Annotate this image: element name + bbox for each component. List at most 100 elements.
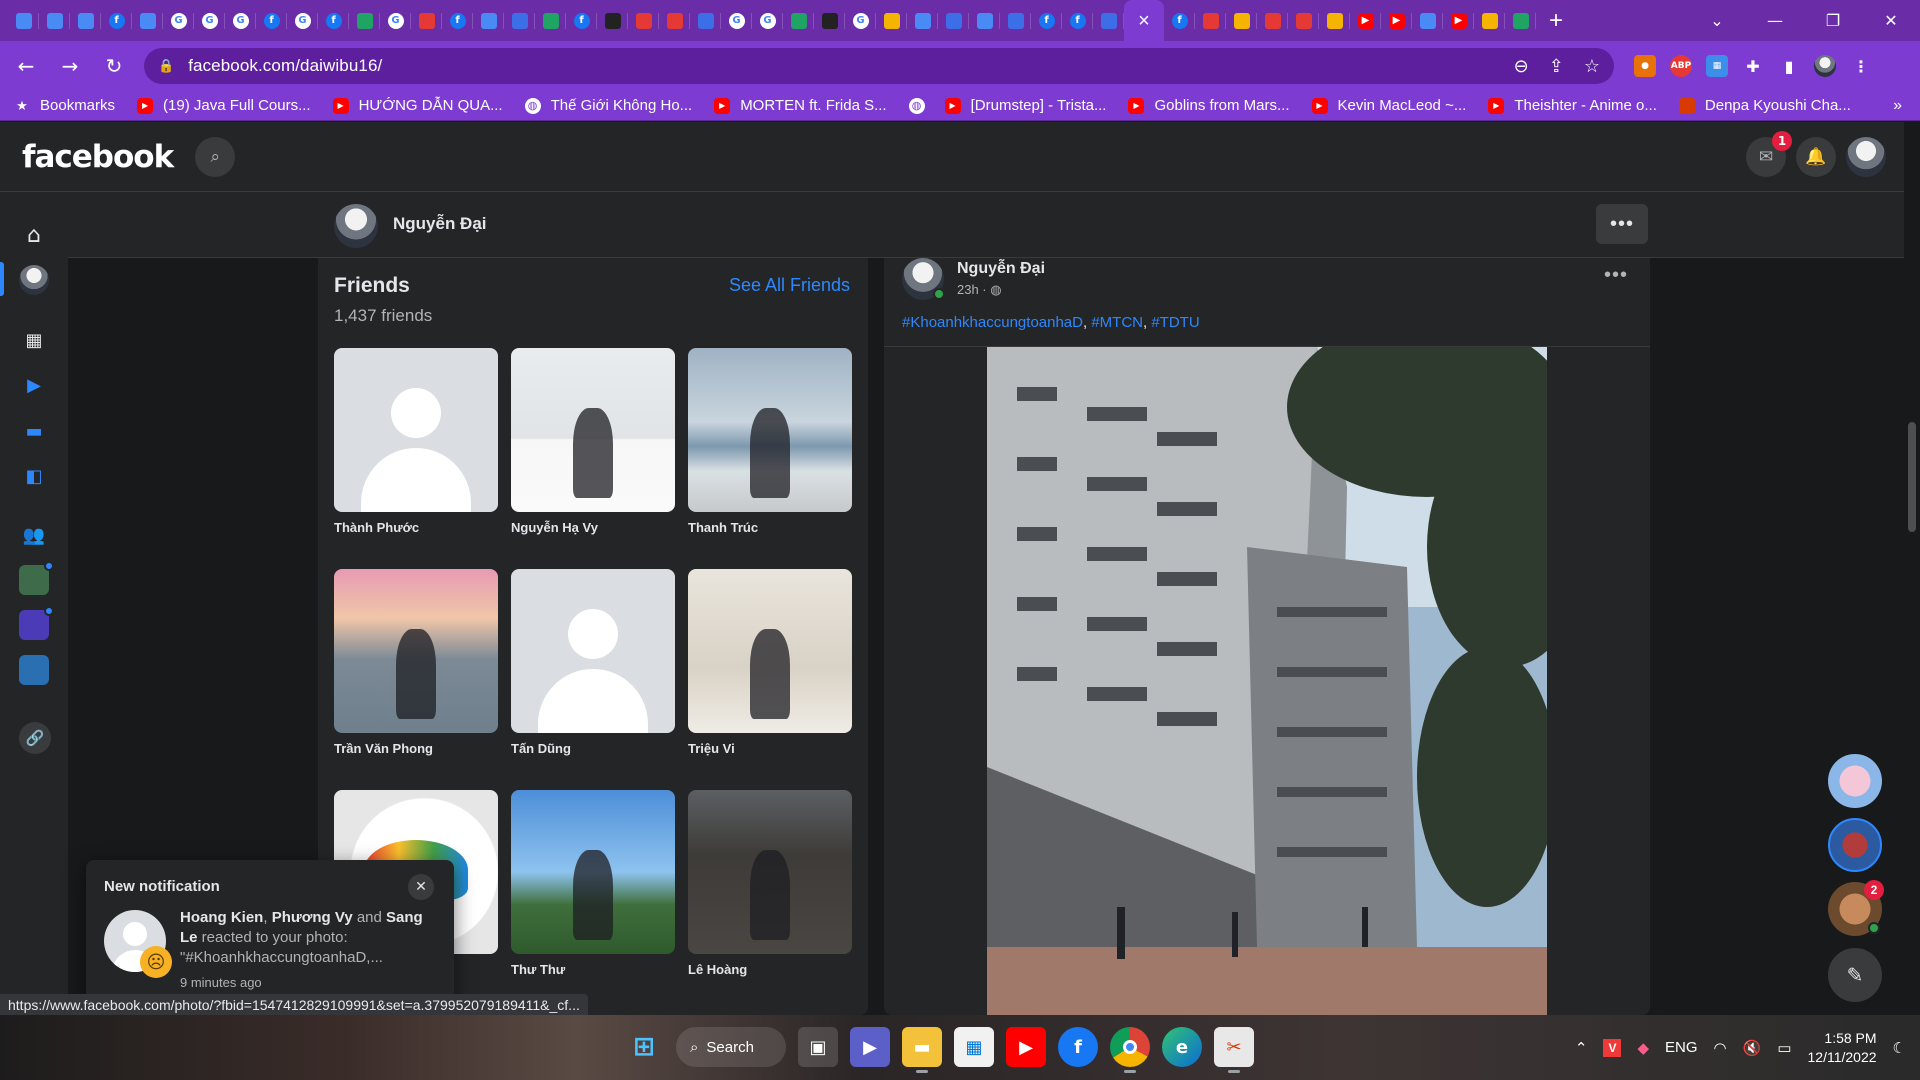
close-icon[interactable]: ✕ [408, 874, 434, 900]
snipping-tool-icon[interactable]: ✂ [1214, 1027, 1254, 1073]
file-explorer-icon[interactable]: ▬ [902, 1027, 942, 1073]
chrome-icon[interactable] [1110, 1027, 1150, 1073]
browser-tab[interactable]: G [752, 0, 783, 41]
notifications-center-icon[interactable]: ☾ [1893, 1039, 1906, 1057]
browser-tab[interactable]: f [318, 0, 349, 41]
share-icon[interactable]: ⇪ [1549, 56, 1564, 77]
browser-tab[interactable] [938, 0, 969, 41]
friend-photo[interactable] [688, 790, 852, 954]
bookmark-item[interactable]: ◍ Thế Giới Không Ho... [524, 97, 692, 114]
post-photo[interactable] [987, 347, 1547, 1015]
browser-tab[interactable]: ▶ [1443, 0, 1474, 41]
friend-photo[interactable] [511, 348, 675, 512]
friend-name[interactable]: Lê Hoàng [688, 962, 852, 977]
profile-name[interactable]: Nguyễn Đại [393, 214, 487, 234]
friend-photo[interactable] [334, 348, 498, 512]
friend-card[interactable]: Triệu Vi [688, 569, 852, 756]
minimize-button[interactable]: — [1746, 0, 1804, 41]
friend-name[interactable]: Nguyễn Hạ Vy [511, 520, 675, 535]
browser-tab[interactable] [1412, 0, 1443, 41]
post-author-name[interactable]: Nguyễn Đại [957, 260, 1045, 278]
hashtag-link[interactable]: #MTCN [1091, 314, 1143, 331]
youtube-icon[interactable]: ▶ [1006, 1027, 1046, 1067]
browser-tab[interactable] [473, 0, 504, 41]
browser-tab[interactable] [1257, 0, 1288, 41]
browser-tab[interactable] [969, 0, 1000, 41]
profile-shortcut[interactable] [19, 265, 49, 295]
zoom-icon[interactable]: ⊖ [1514, 56, 1529, 77]
task-view-icon[interactable]: ▣ [798, 1027, 838, 1067]
taskbar-search[interactable]: ⌕ Search [676, 1027, 786, 1067]
language-indicator[interactable]: ENG [1665, 1039, 1698, 1056]
friend-card[interactable]: Thành Phước [334, 348, 498, 535]
see-all-friends-link[interactable]: See All Friends [729, 275, 850, 296]
browser-tab[interactable] [1195, 0, 1226, 41]
browser-tab[interactable] [1000, 0, 1031, 41]
close-window-button[interactable]: ✕ [1862, 0, 1920, 41]
browser-tab[interactable]: f [1164, 0, 1195, 41]
browser-tab[interactable] [659, 0, 690, 41]
restore-button[interactable]: ❐ [1804, 0, 1862, 41]
groups-icon[interactable]: 👥 [19, 520, 49, 550]
new-tab-button[interactable]: + [1536, 7, 1576, 35]
contact-chat-head[interactable] [1828, 818, 1882, 872]
browser-tab[interactable]: G [194, 0, 225, 41]
vivaldi-icon[interactable]: V [1603, 1038, 1622, 1057]
edge-icon[interactable]: e [1162, 1027, 1202, 1067]
hashtag-link[interactable]: #TDTU [1151, 314, 1199, 331]
battery-icon[interactable]: ▭ [1777, 1039, 1791, 1057]
volume-muted-icon[interactable]: 🔇 [1743, 1039, 1762, 1057]
chrome-menu-icon[interactable]: ⋮ [1850, 55, 1872, 77]
browser-tab[interactable] [349, 0, 380, 41]
browser-tab[interactable]: f [566, 0, 597, 41]
bookmark-item[interactable]: ◍ [908, 97, 935, 114]
bookmark-item[interactable]: ▶ Theishter - Anime o... [1488, 97, 1657, 114]
browser-tab[interactable]: f [1031, 0, 1062, 41]
lock-icon[interactable]: 🔒 [158, 58, 174, 74]
marketplace-icon[interactable]: ▬ [19, 416, 49, 446]
browser-tab[interactable] [1319, 0, 1350, 41]
hashtag-link[interactable]: #KhoanhkhaccungtoanhaD [902, 314, 1083, 331]
browser-tab[interactable]: G [845, 0, 876, 41]
friend-card[interactable]: Nguyễn Hạ Vy [511, 348, 675, 535]
watch-icon[interactable]: ▶ [19, 370, 49, 400]
messenger-button[interactable]: ✉ 1 [1746, 130, 1792, 177]
side-panel-icon[interactable]: ▮ [1778, 55, 1800, 77]
browser-tab[interactable] [504, 0, 535, 41]
browser-tab[interactable]: ▶ [1381, 0, 1412, 41]
extension-icon[interactable]: ▦ [1706, 55, 1728, 77]
scrollbar-thumb[interactable] [1908, 422, 1916, 532]
browser-tab[interactable] [411, 0, 442, 41]
browser-tab[interactable]: f [1062, 0, 1093, 41]
browser-tab[interactable] [1474, 0, 1505, 41]
browser-tab[interactable] [132, 0, 163, 41]
clock[interactable]: 1:58 PM 12/11/2022 [1808, 1029, 1877, 1067]
browser-tab[interactable] [1505, 0, 1536, 41]
friend-photo[interactable] [688, 348, 852, 512]
browser-tab[interactable] [535, 0, 566, 41]
friends-title[interactable]: Friends [334, 274, 410, 298]
new-message-button[interactable]: ✎ [1828, 948, 1882, 1002]
bookmark-item[interactable]: ▶ HƯỚNG DẪN QUA... [332, 97, 503, 114]
post-options-button[interactable]: ••• [1604, 264, 1628, 287]
browser-tab[interactable]: G [287, 0, 318, 41]
profile-avatar-icon[interactable] [1814, 55, 1836, 77]
profile-avatar[interactable] [334, 204, 378, 248]
forward-button[interactable]: → [52, 48, 88, 84]
adblock-plus-icon[interactable]: ABP [1670, 55, 1692, 77]
contact-chat-head[interactable] [1828, 754, 1882, 808]
friend-photo[interactable] [688, 569, 852, 733]
browser-tab[interactable]: G [380, 0, 411, 41]
browser-tab[interactable]: ▶ [1350, 0, 1381, 41]
browser-tab[interactable] [597, 0, 628, 41]
browser-tab[interactable] [1226, 0, 1257, 41]
browser-tab[interactable] [70, 0, 101, 41]
puzzle-extensions-icon[interactable]: ✚ [1742, 55, 1764, 77]
microsoft-store-icon[interactable]: ▦ [954, 1027, 994, 1067]
friend-name[interactable]: Thanh Trúc [688, 520, 852, 535]
bookmark-item[interactable]: Denpa Kyoushi Cha... [1678, 97, 1851, 114]
friend-card[interactable]: Lê Hoàng [688, 790, 852, 977]
profile-more-button[interactable]: ••• [1596, 204, 1648, 244]
bookmark-item[interactable]: ▶ MORTEN ft. Frida S... [714, 97, 887, 114]
browser-tab[interactable] [814, 0, 845, 41]
